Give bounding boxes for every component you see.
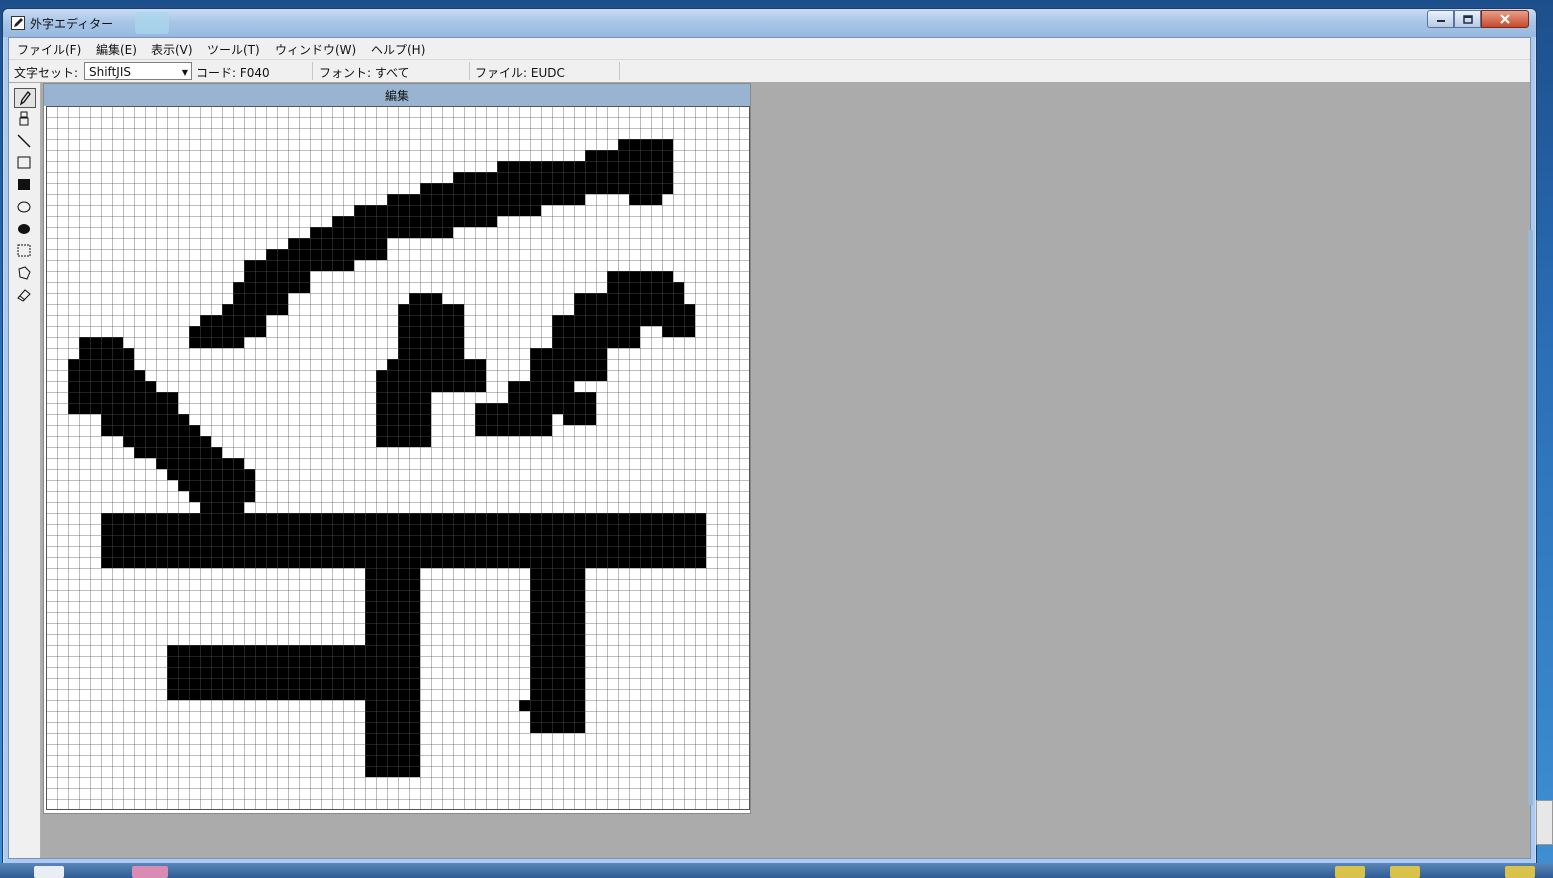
menu-bar: ファイル(F) 編集(E) 表示(V) ツール(T) ウィンドウ(W) ヘルプ(… (9, 38, 1530, 60)
charset-label: 文字セット: (14, 66, 79, 80)
glyph-editor-panel: 編集 (43, 83, 751, 814)
client-area: ファイル(F) 編集(E) 表示(V) ツール(T) ウィンドウ(W) ヘルプ(… (8, 37, 1531, 859)
tool-eraser[interactable] (14, 286, 36, 306)
menu-tools[interactable]: ツール(T) (207, 41, 260, 58)
taskbar-item[interactable] (132, 866, 168, 878)
title-glow (135, 12, 169, 34)
pencil-icon (19, 91, 31, 106)
menu-help[interactable]: ヘルプ(H) (371, 41, 425, 58)
menu-window[interactable]: ウィンドウ(W) (275, 41, 356, 58)
rect-select-icon (17, 244, 31, 257)
rectangle-filled-icon (18, 179, 30, 190)
taskbar-item[interactable] (1505, 866, 1535, 878)
ellipse-filled-icon (18, 224, 30, 234)
minimize-icon (1436, 20, 1445, 22)
tool-ellipse[interactable] (14, 198, 36, 218)
maximize-icon (1462, 14, 1473, 24)
tool-freeform-select[interactable] (14, 264, 36, 284)
tool-rectangle[interactable] (14, 154, 36, 174)
menu-edit[interactable]: 編集(E) (96, 41, 137, 58)
window-title: 外字エディター (30, 17, 114, 31)
charset-select[interactable]: ShiftJIS ▼ (84, 62, 192, 80)
taskbar-item[interactable] (1390, 866, 1420, 878)
toolbar: 文字セット: ShiftJIS ▼ コード: F040 フォント: すべて ファ… (9, 60, 1530, 83)
tool-line[interactable] (14, 132, 36, 152)
glyph-grid[interactable] (46, 106, 750, 810)
rectangle-outline-icon (17, 156, 31, 169)
toolbar-divider (619, 62, 620, 80)
tool-filled-ellipse[interactable] (14, 220, 36, 240)
menu-view[interactable]: 表示(V) (151, 41, 193, 58)
taskbar (0, 863, 1553, 878)
taskbar-item[interactable] (34, 866, 64, 878)
code-field: コード: F040 (196, 66, 270, 80)
font-field: フォント: すべて (319, 66, 410, 80)
close-icon (1500, 14, 1510, 24)
editor-header: 編集 (44, 84, 750, 106)
tool-palette (9, 83, 41, 858)
maximize-button[interactable] (1454, 10, 1481, 28)
tool-filled-rectangle[interactable] (14, 176, 36, 196)
tool-rect-select[interactable] (14, 242, 36, 262)
taskbar-item[interactable] (1335, 866, 1365, 878)
background-strip (1528, 230, 1533, 805)
grid-lines (46, 106, 750, 810)
tool-pencil[interactable] (14, 88, 36, 108)
chevron-down-icon: ▼ (181, 68, 188, 77)
toolbar-divider (312, 62, 313, 80)
title-bar[interactable]: 外字エディター (3, 9, 1536, 37)
editor-window: 外字エディター ファイル(F) 編集(E) 表示(V) ツール(T) ウィンドウ… (2, 8, 1537, 865)
line-icon (17, 134, 31, 148)
eraser-icon (17, 289, 31, 302)
charset-value: ShiftJIS (89, 65, 131, 79)
toolbar-divider (469, 62, 470, 80)
minimize-button[interactable] (1427, 10, 1454, 28)
pencil-icon (11, 16, 25, 30)
freeform-select-icon (18, 266, 31, 280)
tool-brush[interactable] (14, 110, 36, 130)
brush-icon (19, 111, 29, 126)
ellipse-outline-icon (17, 201, 31, 213)
close-button[interactable] (1481, 10, 1529, 28)
background-window-edge (1536, 800, 1553, 845)
editor-title: 編集 (384, 89, 409, 103)
menu-file[interactable]: ファイル(F) (17, 41, 81, 58)
file-field: ファイル: EUDC (475, 66, 565, 80)
